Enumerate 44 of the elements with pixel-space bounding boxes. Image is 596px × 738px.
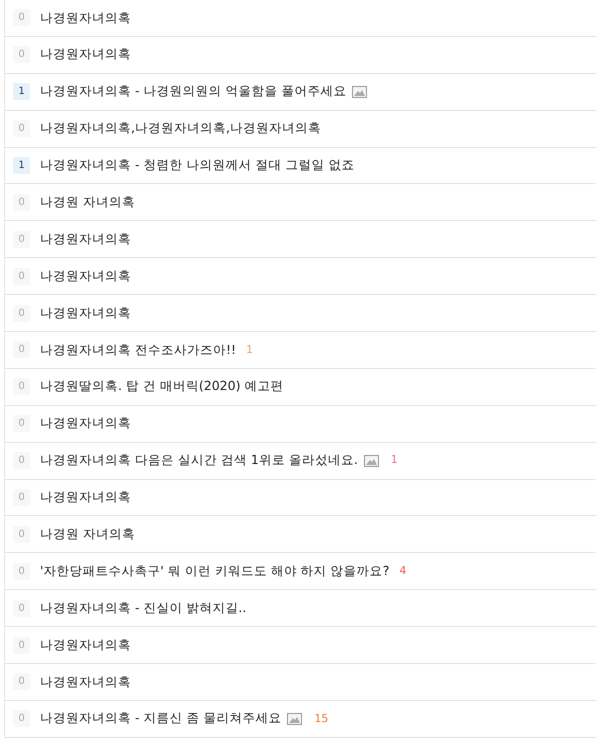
comment-count: 1: [390, 452, 398, 468]
post-title-link[interactable]: 나경원자녀의혹 - 나경원의원의 억울함을 풀어주세요: [40, 82, 346, 102]
post-title-link[interactable]: 나경원자녀의혹: [40, 636, 131, 654]
comment-count: 1: [246, 342, 253, 358]
vote-count: 0: [13, 710, 30, 728]
post-title-link[interactable]: 나경원자녀의혹: [40, 8, 131, 28]
post-title-link[interactable]: 나경원자녀의혹 전수조사가즈아!!: [40, 340, 236, 360]
vote-count: 0: [13, 378, 30, 396]
post-title-link[interactable]: 나경원딸의혹. 탑 건 매버릭(2020) 예고편: [40, 377, 284, 396]
post-title-link[interactable]: '자한당패트수사촉구' 뭐 이런 키워드도 해야 하지 않을까요?: [40, 562, 390, 581]
vote-count: 0: [13, 46, 30, 64]
vote-count: 0: [13, 341, 30, 358]
post-title-link[interactable]: 나경원 자녀의혹: [40, 525, 135, 544]
vote-count: 0: [13, 304, 30, 322]
vote-count: 0: [13, 636, 30, 654]
post-title-link[interactable]: 나경원자녀의혹: [40, 266, 131, 286]
vote-count: 0: [13, 268, 30, 285]
post-title-link[interactable]: 나경원자녀의혹: [40, 304, 131, 322]
vote-count: 0: [13, 673, 30, 690]
post-title-link[interactable]: 나경원자녀의혹: [40, 488, 131, 507]
vote-count: 0: [13, 415, 30, 432]
vote-count: 0: [13, 194, 30, 211]
post-title-link[interactable]: 나경원 자녀의혹: [40, 193, 135, 212]
post-title-link[interactable]: 나경원자녀의혹 - 진실이 밝혀지길..: [40, 598, 246, 618]
comment-count: 4: [399, 563, 406, 580]
post-title-link[interactable]: 나경원자녀의혹,나경원자녀의혹,나경원자녀의혹: [40, 119, 321, 138]
vote-count: 0: [13, 489, 30, 506]
vote-count: 0: [13, 9, 30, 26]
post-title-link[interactable]: 나경원자녀의혹 다음은 실시간 검색 1위로 올라섰네요.: [40, 451, 358, 470]
post-title-link[interactable]: 나경원자녀의혹: [40, 672, 131, 692]
post-title-link[interactable]: 나경원자녀의혹 - 청렴한 나의원께서 절대 그럴일 없죠: [40, 156, 354, 175]
vote-count: 0: [13, 600, 30, 617]
vote-count: 0: [13, 526, 30, 543]
post-title-link[interactable]: 나경원자녀의혹 - 지름신 좀 물리쳐주세요: [40, 709, 282, 728]
post-title-link[interactable]: 나경원자녀의혹: [40, 45, 131, 64]
vote-count: 0: [13, 452, 30, 470]
comment-count: 15: [314, 710, 328, 727]
vote-count: 1: [13, 83, 30, 100]
vote-count: 0: [13, 120, 30, 138]
vote-count: 0: [13, 562, 30, 580]
vote-count: 1: [13, 157, 30, 174]
post-title-link[interactable]: 나경원자녀의혹: [40, 230, 131, 249]
post-title-link[interactable]: 나경원자녀의혹: [40, 414, 131, 434]
vote-count: 0: [13, 230, 30, 248]
